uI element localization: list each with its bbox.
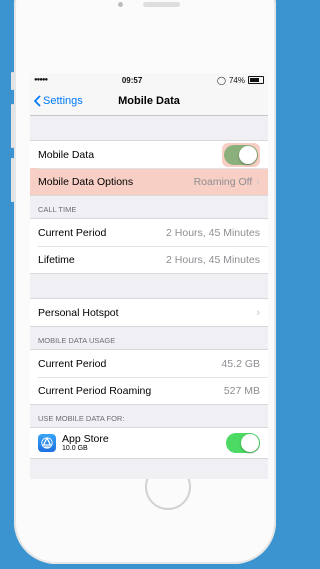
usage-group: Current Period 45.2 GB Current Period Ro… xyxy=(30,349,268,405)
earpiece-speaker xyxy=(143,2,180,7)
battery-percent: 74% xyxy=(228,75,245,85)
toggle-highlight xyxy=(222,142,260,167)
call-time-group: Current Period 2 Hours, 45 Minutes Lifet… xyxy=(30,218,268,274)
mobile-data-toggle[interactable] xyxy=(224,144,258,165)
mobile-data-label: Mobile Data xyxy=(38,148,95,161)
use-for-header: USE MOBILE DATA FOR: xyxy=(38,414,125,423)
row-value: 2 Hours, 45 Minutes xyxy=(166,226,260,239)
call-time-current-row: Current Period 2 Hours, 45 Minutes xyxy=(30,219,268,246)
clock: 09:57 xyxy=(121,75,143,85)
navigation-bar: Settings Mobile Data xyxy=(30,87,268,116)
row-label: Current Period Roaming xyxy=(38,384,152,397)
hotspot-label: Personal Hotspot xyxy=(38,306,119,319)
chevron-right-icon: › xyxy=(256,175,260,188)
status-bar: ●●●●● 09:57 ◯ 74% xyxy=(30,73,268,87)
hotspot-group: Personal Hotspot › xyxy=(30,298,268,327)
row-value: 45.2 GB xyxy=(221,357,260,370)
row-value: 527 MB xyxy=(223,384,260,397)
row-label: Lifetime xyxy=(38,253,75,266)
back-button[interactable]: Settings xyxy=(30,95,83,107)
chevron-left-icon xyxy=(34,95,41,107)
options-label: Mobile Data Options xyxy=(38,175,134,188)
row-value: 2 Hours, 45 Minutes xyxy=(166,253,260,266)
call-time-header: CALL TIME xyxy=(38,205,77,214)
alarm-icon: ◯ xyxy=(217,75,226,85)
row-label: Current Period xyxy=(38,357,107,370)
row-label: Current Period xyxy=(38,226,107,239)
options-value: Roaming Off xyxy=(193,175,253,188)
usage-roaming-row: Current Period Roaming 527 MB xyxy=(30,377,268,404)
call-time-lifetime-row: Lifetime 2 Hours, 45 Minutes xyxy=(30,246,268,273)
usage-header: MOBILE DATA USAGE xyxy=(38,336,116,345)
battery-icon xyxy=(248,76,264,84)
front-camera xyxy=(118,2,123,7)
chevron-right-icon: › xyxy=(256,306,260,319)
signal-indicator: ●●●●● xyxy=(34,77,48,83)
app-name: App Store xyxy=(62,432,109,445)
app-size: 10.0 GB xyxy=(62,444,88,452)
mobile-data-options-row[interactable]: Mobile Data Options Roaming Off › xyxy=(30,168,268,195)
app-store-toggle[interactable] xyxy=(226,433,260,453)
app-store-row: App Store 10.0 GB xyxy=(30,428,268,458)
back-label: Settings xyxy=(43,95,83,107)
phone-screen: ●●●●● 09:57 ◯ 74% Settings Mobile Data M… xyxy=(30,73,268,479)
app-store-icon xyxy=(38,434,56,452)
mobile-data-group: Mobile Data Mobile Data Options Roaming … xyxy=(30,140,268,196)
usage-current-row: Current Period 45.2 GB xyxy=(30,350,268,377)
personal-hotspot-row[interactable]: Personal Hotspot › xyxy=(30,299,268,326)
mobile-data-row: Mobile Data xyxy=(30,141,268,168)
battery-area: ◯ 74% xyxy=(217,76,264,85)
use-for-group: App Store 10.0 GB xyxy=(30,427,268,459)
